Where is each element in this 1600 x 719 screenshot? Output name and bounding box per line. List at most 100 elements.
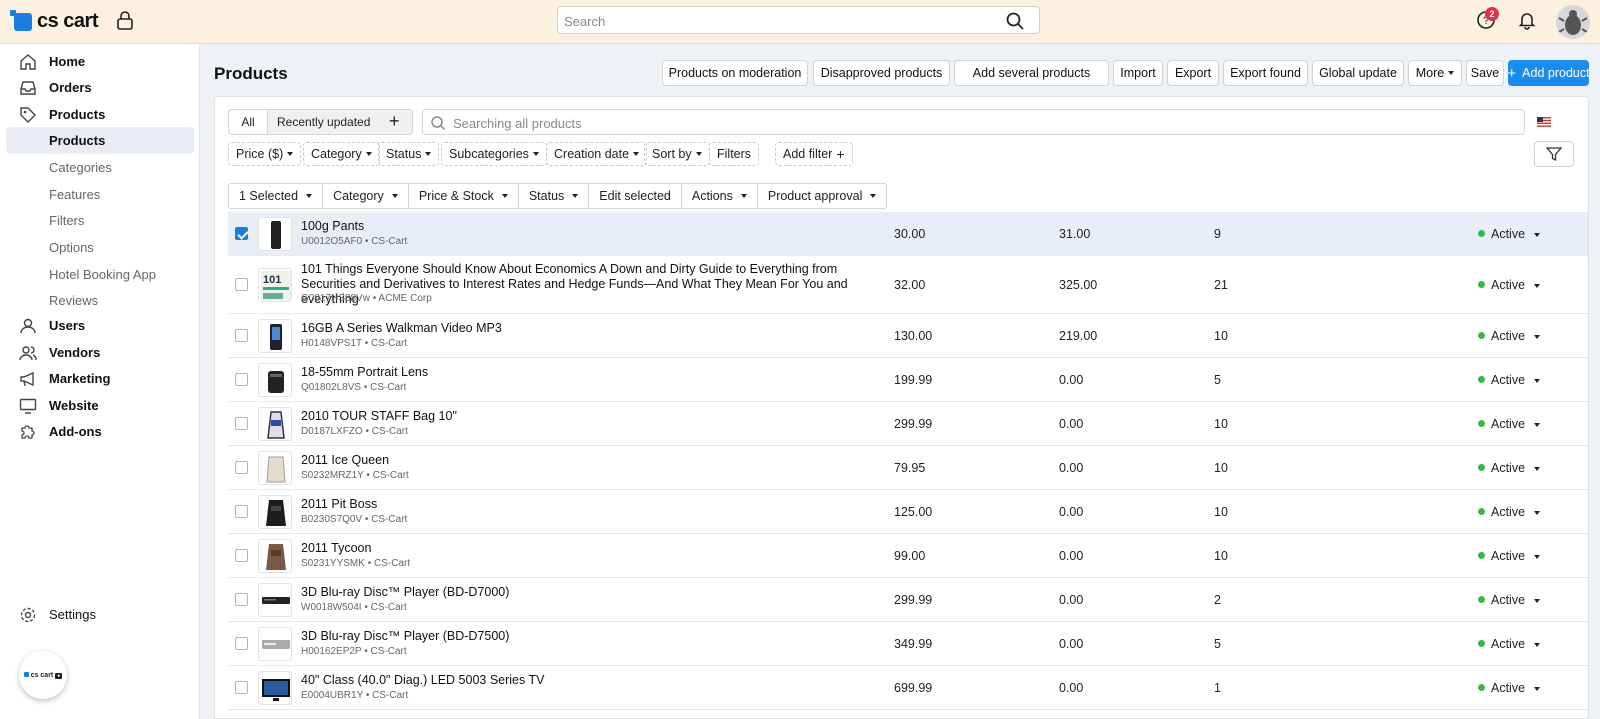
product-list-price[interactable]: 0.00 — [1059, 681, 1083, 695]
product-price[interactable]: 99.00 — [894, 549, 925, 563]
product-thumbnail[interactable] — [258, 495, 292, 529]
lock-icon[interactable] — [116, 11, 134, 31]
product-list-price[interactable]: 325.00 — [1059, 278, 1097, 292]
bulk-price-stock-dropdown[interactable]: Price & Stock — [409, 184, 519, 208]
table-row[interactable]: 101 101 Things Everyone Should Know About… — [228, 256, 1588, 314]
product-list-price[interactable]: 219.00 — [1059, 329, 1097, 343]
export-button[interactable]: Export — [1167, 60, 1219, 86]
status-dropdown[interactable]: Active — [1478, 593, 1541, 607]
product-list-price[interactable]: 0.00 — [1059, 637, 1083, 651]
status-dropdown[interactable]: Active — [1478, 637, 1541, 651]
sidebar-subitem-options[interactable]: Options — [6, 234, 194, 261]
add-filter-button[interactable]: Add filter + — [775, 142, 853, 166]
sidebar-subitem-features[interactable]: Features — [6, 181, 194, 208]
bell-icon[interactable] — [1517, 10, 1537, 30]
filters-button[interactable]: Filters — [709, 142, 760, 166]
row-checkbox[interactable] — [235, 278, 248, 291]
filter-subcategories[interactable]: Subcategories — [441, 142, 547, 166]
table-row[interactable]: 2011 Tycoon S0231YYSMK • CS-Cart 99.00 0.00… — [228, 534, 1588, 578]
more-dropdown[interactable]: More — [1408, 60, 1462, 86]
sidebar-item-settings[interactable]: Settings — [6, 601, 194, 628]
tab-all[interactable]: All — [229, 110, 268, 134]
row-checkbox[interactable] — [235, 417, 248, 430]
product-quantity[interactable]: 10 — [1214, 417, 1228, 431]
product-quantity[interactable]: 21 — [1214, 278, 1228, 292]
products-on-moderation-button[interactable]: Products on moderation — [662, 60, 808, 86]
table-row[interactable]: 3D Blu-ray Disc™ Player (BD-D7000) W0018W… — [228, 578, 1588, 622]
sidebar-subitem-reviews[interactable]: Reviews — [6, 287, 194, 314]
product-quantity[interactable]: 1 — [1214, 681, 1221, 695]
product-thumbnail[interactable] — [258, 539, 292, 573]
cs-cart-help-button[interactable]: cs cart ● — [19, 651, 67, 699]
us-flag-icon[interactable] — [1537, 117, 1551, 127]
table-row[interactable]: 100g Pants U0012O5AF0 • CS-Cart 30.00 31.00… — [228, 212, 1588, 256]
product-thumbnail[interactable] — [258, 671, 292, 705]
sidebar-item-vendors[interactable]: Vendors — [6, 339, 194, 366]
product-price[interactable]: 299.99 — [894, 417, 932, 431]
product-list-price[interactable]: 0.00 — [1059, 593, 1083, 607]
product-name-link[interactable]: 3D Blu-ray Disc™ Player (BD-D7500) — [301, 629, 881, 644]
product-quantity[interactable]: 2 — [1214, 593, 1221, 607]
sidebar-item-users[interactable]: Users — [6, 312, 194, 339]
filter-toggle-button[interactable] — [1534, 141, 1574, 167]
add-tab-plus-icon[interactable]: + — [389, 111, 400, 131]
product-price[interactable]: 130.00 — [894, 329, 932, 343]
row-checkbox[interactable] — [235, 593, 248, 606]
product-name-link[interactable]: 18-55mm Portrait Lens — [301, 365, 881, 380]
filter-category[interactable]: Category — [303, 142, 380, 166]
product-search-input[interactable]: Searching all products — [422, 109, 1525, 135]
avatar[interactable] — [1556, 5, 1590, 39]
sidebar-item-website[interactable]: Website — [6, 392, 194, 419]
product-name-link[interactable]: 2011 Ice Queen — [301, 453, 881, 468]
product-thumbnail[interactable] — [258, 451, 292, 485]
product-name-link[interactable]: 100g Pants — [301, 219, 881, 234]
row-checkbox[interactable] — [235, 637, 248, 650]
status-dropdown[interactable]: Active — [1478, 329, 1541, 343]
product-name-link[interactable]: 40" Class (40.0" Diag.) LED 5003 Series … — [301, 673, 881, 688]
status-dropdown[interactable]: Active — [1478, 549, 1541, 563]
product-list-price[interactable]: 0.00 — [1059, 417, 1083, 431]
sidebar-subitem-categories[interactable]: Categories — [6, 154, 194, 181]
product-name-link[interactable]: 16GB A Series Walkman Video MP3 — [301, 321, 881, 336]
product-thumbnail[interactable] — [258, 407, 292, 441]
product-quantity[interactable]: 10 — [1214, 461, 1228, 475]
product-price[interactable]: 299.99 — [894, 593, 932, 607]
table-row[interactable]: 3D Blu-ray Disc™ Player (BD-D7500) H00162… — [228, 622, 1588, 666]
status-dropdown[interactable]: Active — [1478, 373, 1541, 387]
row-checkbox[interactable] — [235, 227, 248, 240]
product-quantity[interactable]: 5 — [1214, 637, 1221, 651]
product-quantity[interactable]: 5 — [1214, 373, 1221, 387]
product-name-link[interactable]: 3D Blu-ray Disc™ Player (BD-D7000) — [301, 585, 881, 600]
product-list-price[interactable]: 0.00 — [1059, 373, 1083, 387]
product-approval-dropdown[interactable]: Product approval — [758, 184, 887, 208]
product-price[interactable]: 199.99 — [894, 373, 932, 387]
product-price[interactable]: 349.99 — [894, 637, 932, 651]
product-name-link[interactable]: 2010 TOUR STAFF Bag 10" — [301, 409, 881, 424]
table-row[interactable]: 2011 Ice Queen S0232MRZ1Y • CS-Cart 79.95 0… — [228, 446, 1588, 490]
row-checkbox[interactable] — [235, 681, 248, 694]
product-name-link[interactable]: 2011 Tycoon — [301, 541, 881, 556]
filter-creation-date[interactable]: Creation date — [546, 142, 648, 166]
bulk-category-dropdown[interactable]: Category — [323, 184, 409, 208]
filter-status[interactable]: Status — [378, 142, 440, 166]
product-thumbnail[interactable]: 101 — [258, 268, 292, 302]
status-dropdown[interactable]: Active — [1478, 417, 1541, 431]
sidebar-subitem-hotel-booking-app[interactable]: Hotel Booking App — [6, 261, 194, 288]
table-row[interactable]: 16GB A Series Walkman Video MP3 H0148VPS1… — [228, 314, 1588, 358]
filter-price[interactable]: Price ($) — [228, 142, 302, 166]
product-price[interactable]: 79.95 — [894, 461, 925, 475]
sidebar-item-orders[interactable]: Orders — [6, 74, 194, 101]
product-list-price[interactable]: 0.00 — [1059, 505, 1083, 519]
row-checkbox[interactable] — [235, 505, 248, 518]
row-checkbox[interactable] — [235, 329, 248, 342]
product-quantity[interactable]: 10 — [1214, 549, 1228, 563]
product-list-price[interactable]: 0.00 — [1059, 461, 1083, 475]
table-row[interactable]: 2011 Pit Boss B0230S7Q0V • CS-Cart 125.00 0… — [228, 490, 1588, 534]
bulk-status-dropdown[interactable]: Status — [519, 184, 590, 208]
product-price[interactable]: 125.00 — [894, 505, 932, 519]
table-row[interactable]: 40" Class (40.0" Diag.) LED 5003 Series … — [228, 666, 1588, 710]
product-quantity[interactable]: 9 — [1214, 227, 1221, 241]
product-thumbnail[interactable] — [258, 217, 292, 251]
row-checkbox[interactable] — [235, 373, 248, 386]
product-thumbnail[interactable] — [258, 363, 292, 397]
